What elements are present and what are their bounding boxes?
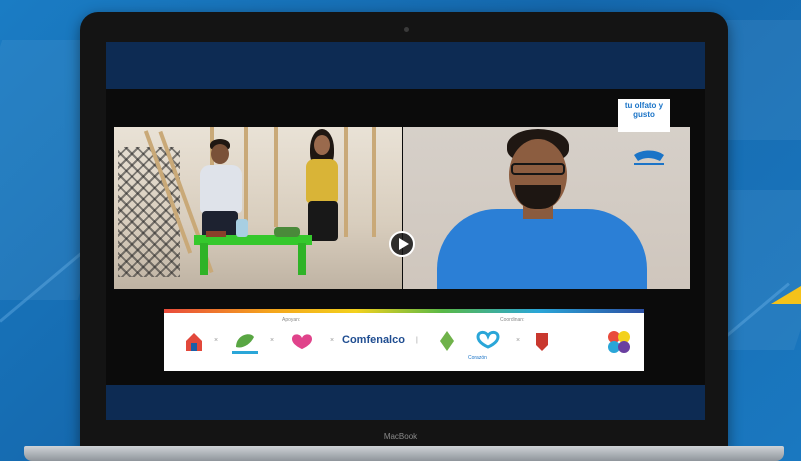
glasses	[511, 163, 565, 175]
host-female	[300, 129, 344, 249]
face	[314, 135, 330, 155]
books	[206, 231, 226, 237]
play-button[interactable]	[389, 231, 415, 257]
sponsor-banner: Apoyan: Coordinan: × × × Comfenalco | Co…	[164, 309, 644, 371]
table-leg	[298, 243, 306, 275]
wood-slat	[274, 127, 278, 227]
laptop-brand: MacBook	[383, 432, 418, 441]
video-panel-studio	[114, 127, 402, 289]
polo-shirt	[437, 209, 647, 289]
promo-line2: tu olfato y gusto	[624, 101, 664, 119]
table-leg	[200, 243, 208, 275]
face	[211, 144, 229, 164]
play-icon	[399, 238, 409, 250]
comfenalco-logo: Comfenalco	[342, 334, 405, 346]
top-banner	[106, 42, 705, 89]
plant-logo	[440, 331, 454, 351]
blouse	[306, 159, 338, 203]
divider: ×	[516, 337, 521, 344]
divider: ×	[270, 337, 275, 344]
leaf-logo	[232, 334, 258, 354]
divider: ×	[330, 337, 335, 344]
bottle	[236, 219, 248, 237]
laptop-screen: tu olfato y gusto Apoyan: Coordinan: × ×…	[106, 42, 705, 420]
webcam-dot	[404, 27, 409, 32]
shirt	[200, 165, 242, 213]
bowl-of-herbs	[274, 227, 300, 237]
colorful-logo	[608, 331, 630, 353]
promo-badge: tu olfato y gusto	[618, 99, 670, 132]
wood-slat	[372, 127, 376, 237]
heart-pink-logo	[292, 334, 312, 349]
coordinan-title: Coordinan:	[500, 317, 525, 323]
crest-logo	[536, 333, 548, 351]
rainbow-bar	[164, 309, 644, 313]
pants	[308, 201, 338, 241]
sponsor-logo-corner	[634, 150, 664, 165]
accent-triangle	[771, 286, 801, 304]
corazon-label: Corazón	[468, 355, 487, 361]
house-logo	[186, 333, 202, 351]
divider: ×	[214, 337, 219, 344]
divider: |	[416, 337, 418, 344]
laptop-base	[24, 446, 784, 461]
bottom-banner	[106, 385, 705, 420]
corazon-logo	[476, 330, 500, 349]
wood-slat	[344, 127, 348, 237]
apoyan-title: Apoyan:	[282, 317, 301, 323]
